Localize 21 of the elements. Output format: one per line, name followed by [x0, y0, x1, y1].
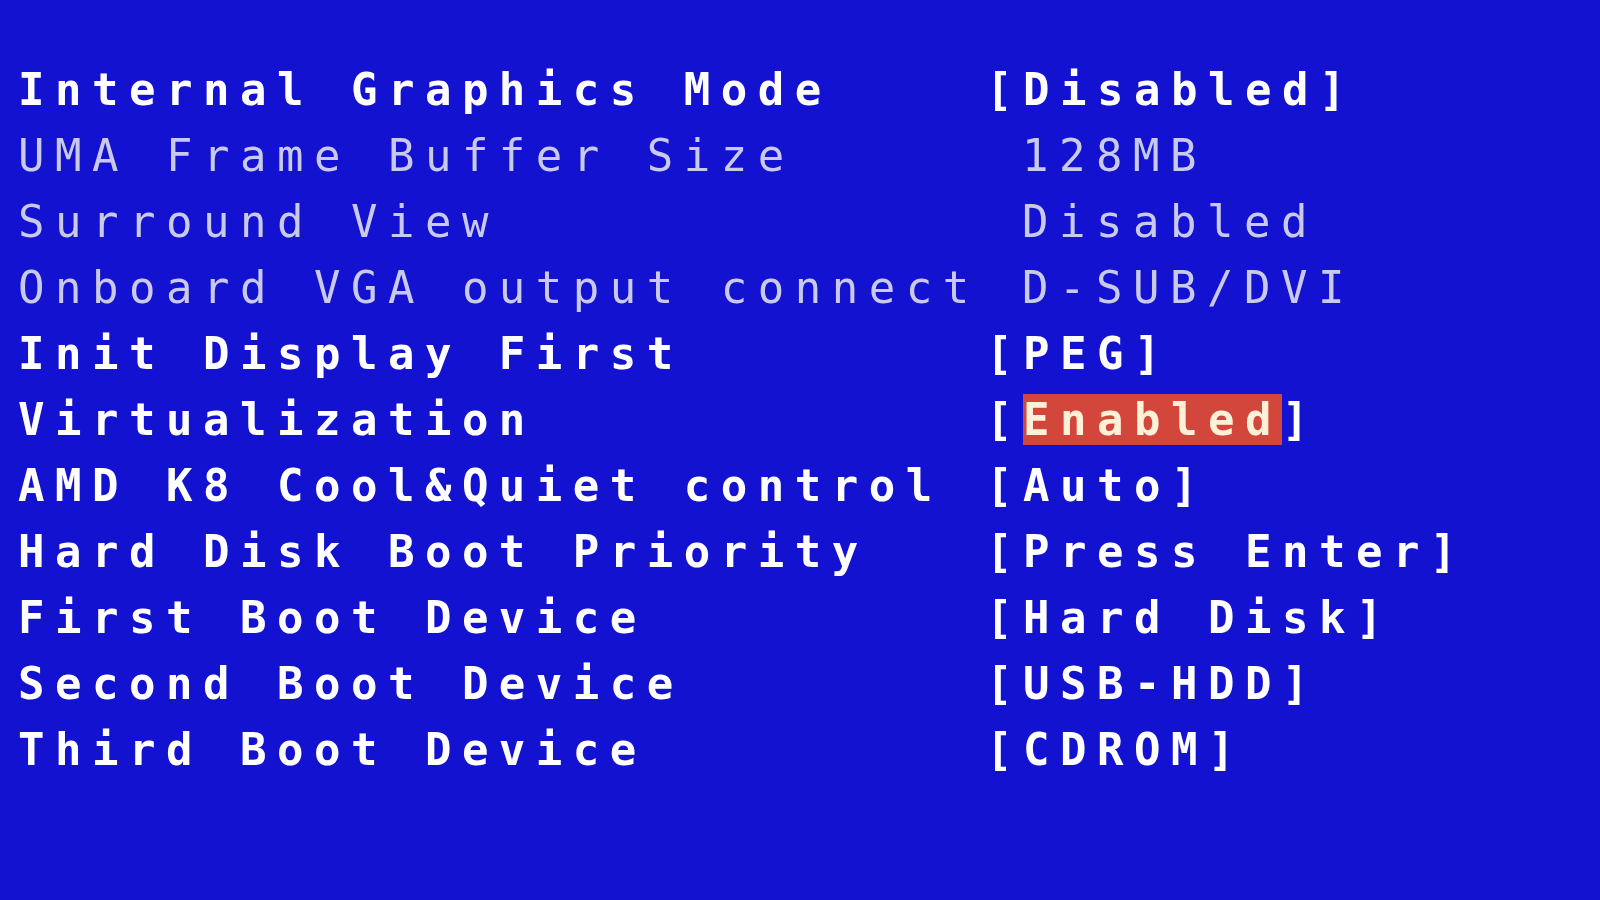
- setting-value: 128MB: [1021, 129, 1207, 181]
- setting-value: Disabled: [1021, 195, 1318, 247]
- setting-label: Virtualization: [18, 393, 537, 445]
- setting-label: Hard Disk Boot Priority: [18, 525, 870, 577]
- setting-label: Second Boot Device: [18, 657, 685, 709]
- setting-value[interactable]: [Press Enter]: [986, 525, 1467, 577]
- setting-label: Init Display First: [18, 327, 685, 379]
- setting-label: First Boot Device: [18, 591, 648, 643]
- setting-label: Internal Graphics Mode: [18, 63, 833, 115]
- setting-value[interactable]: [USB-HDD]: [986, 657, 1319, 709]
- setting-label: Surround View: [18, 195, 500, 247]
- setting-label: Onboard VGA output connect: [18, 261, 981, 313]
- setting-value: D-SUB/DVI: [1021, 261, 1355, 313]
- setting-value[interactable]: [PEG]: [986, 327, 1171, 379]
- setting-label: AMD K8 Cool&Quiet control: [18, 459, 944, 511]
- setting-label: UMA Frame Buffer Size: [18, 129, 796, 181]
- setting-value[interactable]: [CDROM]: [986, 723, 1245, 775]
- setting-value[interactable]: [Disabled]: [986, 63, 1356, 115]
- setting-value[interactable]: [Auto]: [986, 459, 1208, 511]
- setting-label: Third Boot Device: [18, 723, 648, 775]
- setting-value[interactable]: [Hard Disk]: [986, 591, 1393, 643]
